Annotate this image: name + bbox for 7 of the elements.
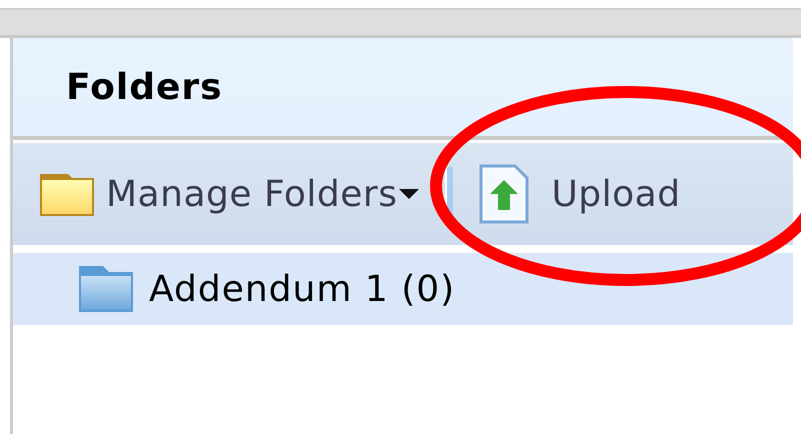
upload-button[interactable]: Upload — [479, 164, 681, 224]
folder-icon — [77, 264, 135, 314]
folder-item[interactable]: Addendum 1 (0) — [13, 253, 793, 325]
manage-folders-button[interactable]: Manage Folders — [38, 170, 420, 218]
upload-icon — [479, 164, 530, 224]
caret-icon — [399, 189, 420, 199]
panel-title: Folders — [66, 66, 223, 108]
